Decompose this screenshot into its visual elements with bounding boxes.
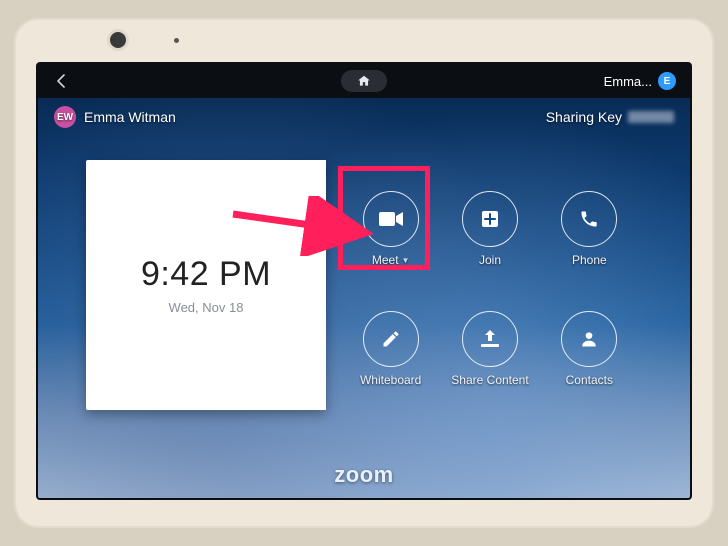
plus-icon [480, 209, 500, 229]
main-panel: 9:42 PM Wed, Nov 18 Meet▼ Join Phone [86, 160, 646, 410]
action-contacts[interactable]: Contacts [543, 292, 636, 406]
chevron-down-icon: ▼ [402, 256, 410, 265]
home-icon [357, 74, 371, 88]
action-label: Join [479, 253, 501, 267]
video-icon [378, 210, 404, 228]
action-meet[interactable]: Meet▼ [344, 172, 437, 286]
action-whiteboard[interactable]: Whiteboard [344, 292, 437, 406]
clock-card: 9:42 PM Wed, Nov 18 [86, 160, 326, 410]
action-label: Share Content [451, 373, 528, 387]
action-join[interactable]: Join [443, 172, 536, 286]
action-label: Meet [372, 253, 399, 267]
sysbar-user-name[interactable]: Emma... [604, 74, 652, 89]
user-avatar[interactable]: EW [54, 106, 76, 128]
sharing-key-value-redacted [628, 111, 674, 123]
action-grid: Meet▼ Join Phone Whiteboard Share Conten [326, 160, 646, 410]
user-name: Emma Witman [84, 109, 176, 125]
phone-icon [579, 209, 599, 229]
system-bar: Emma... E [38, 64, 690, 98]
action-share-content[interactable]: Share Content [443, 292, 536, 406]
zoom-logo: zoom [334, 462, 393, 487]
sensor-dot [174, 38, 179, 43]
sharing-key-label: Sharing Key [546, 109, 622, 125]
sysbar-avatar[interactable]: E [658, 72, 676, 90]
action-label: Whiteboard [360, 373, 421, 387]
home-button[interactable] [341, 70, 387, 92]
action-label: Phone [572, 253, 607, 267]
action-phone[interactable]: Phone [543, 172, 636, 286]
person-icon [579, 329, 599, 349]
pencil-icon [381, 329, 401, 349]
camera-dot [110, 32, 126, 48]
clock-date: Wed, Nov 18 [169, 300, 244, 315]
action-label: Contacts [566, 373, 613, 387]
screen: Emma... E EW Emma Witman Sharing Key 9:4… [36, 62, 692, 500]
back-button[interactable] [52, 72, 70, 90]
footer: zoom [38, 462, 690, 488]
clock-time: 9:42 PM [141, 255, 271, 294]
share-icon [479, 329, 501, 349]
screen-header: EW Emma Witman Sharing Key [38, 98, 690, 128]
device-frame: Emma... E EW Emma Witman Sharing Key 9:4… [14, 18, 714, 528]
